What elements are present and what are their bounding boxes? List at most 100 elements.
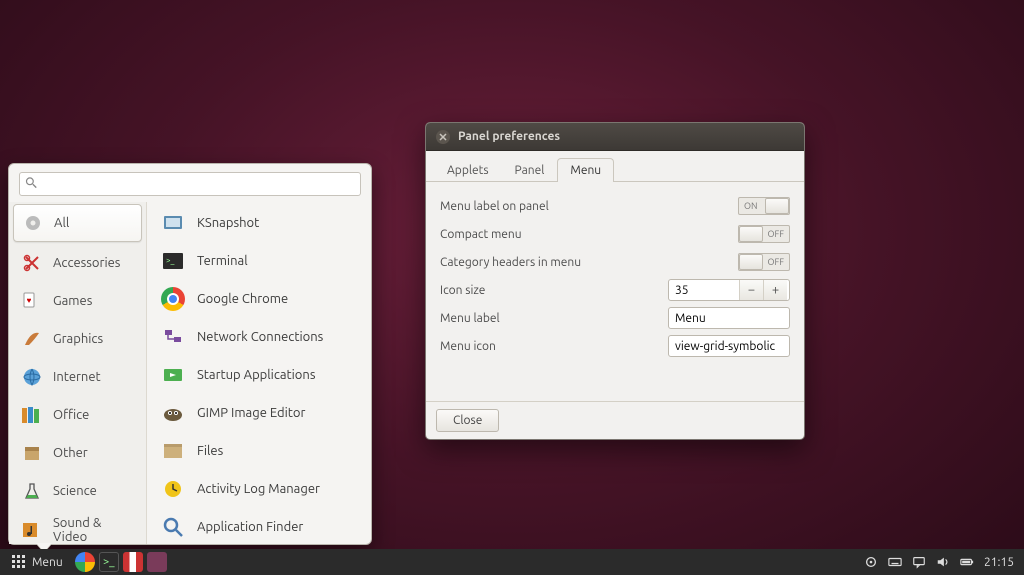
icon-size-value[interactable] [669, 284, 739, 297]
cards-icon: ♥ [19, 288, 45, 314]
chrome-icon [159, 285, 187, 313]
category-graphics[interactable]: Graphics [9, 320, 146, 358]
category-label: Science [53, 484, 97, 498]
label-icon-size: Icon size [440, 284, 668, 297]
app-network-connections[interactable]: Network Connections [147, 318, 371, 356]
system-tray: 21:15 [864, 555, 1018, 569]
toggle-menu-label-on-panel[interactable] [738, 197, 790, 215]
panel-preferences-window: Panel preferences AppletsPanelMenu Menu … [425, 122, 805, 440]
label-category-headers: Category headers in menu [440, 256, 738, 269]
app-application-finder[interactable]: Application Finder [147, 508, 371, 544]
app-gimp-image-editor[interactable]: GIMP Image Editor [147, 394, 371, 432]
activity-icon [159, 475, 187, 503]
category-label: All [54, 216, 69, 230]
app-terminal[interactable]: >_ Terminal [147, 242, 371, 280]
indicator-icon[interactable] [864, 555, 878, 569]
app-label: Google Chrome [197, 292, 288, 306]
tab-bar: AppletsPanelMenu [426, 151, 804, 182]
chrome-task-icon[interactable] [75, 552, 95, 572]
startup-icon [159, 361, 187, 389]
app-label: GIMP Image Editor [197, 406, 305, 420]
search-input[interactable] [19, 172, 361, 196]
app-ksnapshot[interactable]: KSnapshot [147, 204, 371, 242]
tab-content-menu: Menu label on panel Compact menu Categor… [426, 182, 804, 401]
box-icon [19, 440, 45, 466]
app-label: Files [197, 444, 223, 458]
globe-icon [19, 364, 45, 390]
toggle-category-headers[interactable] [738, 253, 790, 271]
category-accessories[interactable]: Accessories [9, 244, 146, 282]
category-internet[interactable]: Internet [9, 358, 146, 396]
label-compact-menu: Compact menu [440, 228, 738, 241]
volume-icon[interactable] [936, 555, 950, 569]
gimp-icon [159, 399, 187, 427]
category-other[interactable]: Other [9, 434, 146, 472]
category-office[interactable]: Office [9, 396, 146, 434]
keyboard-icon[interactable] [888, 555, 902, 569]
menu-label-input[interactable] [668, 307, 790, 329]
close-button[interactable]: Close [436, 409, 499, 432]
label-menu-icon: Menu icon [440, 340, 668, 353]
screenshot-icon [159, 209, 187, 237]
flask-icon [19, 478, 45, 504]
workspace-switcher-icon[interactable] [123, 552, 143, 572]
app-activity-log-manager[interactable]: Activity Log Manager [147, 470, 371, 508]
music-icon [19, 517, 45, 543]
category-science[interactable]: Science [9, 472, 146, 510]
app-files[interactable]: Files [147, 432, 371, 470]
clock[interactable]: 21:15 [984, 556, 1014, 569]
grid-icon [12, 555, 26, 569]
bottom-panel: Menu >_ 21:15 [0, 549, 1024, 575]
app-label: Activity Log Manager [197, 482, 320, 496]
tab-applets[interactable]: Applets [434, 158, 502, 182]
network-icon [159, 323, 187, 351]
gear-icon [20, 210, 46, 236]
svg-text:♥: ♥ [27, 296, 32, 305]
icon-size-increment[interactable]: + [763, 280, 787, 300]
window-title: Panel preferences [458, 130, 560, 143]
category-label: Office [53, 408, 89, 422]
icon-size-decrement[interactable]: − [739, 280, 763, 300]
window-titlebar[interactable]: Panel preferences [426, 123, 804, 151]
category-all[interactable]: All [13, 204, 142, 242]
task-icons: >_ [75, 552, 167, 572]
toggle-compact-menu[interactable] [738, 225, 790, 243]
category-label: Sound & Video [53, 516, 136, 544]
window-list-icon[interactable] [147, 552, 167, 572]
search-row [9, 164, 371, 202]
app-label: Network Connections [197, 330, 323, 344]
category-label: Internet [53, 370, 101, 384]
terminal-task-icon[interactable]: >_ [99, 552, 119, 572]
category-list: All Accessories ♥ Games Graphics Internet Offi… [9, 202, 147, 544]
category-label: Other [53, 446, 88, 460]
scissors-icon [19, 250, 45, 276]
menu-icon-input[interactable] [668, 335, 790, 357]
category-sound-video[interactable]: Sound & Video [9, 510, 146, 544]
app-label: Terminal [197, 254, 248, 268]
panel-menu-label: Menu [32, 556, 63, 569]
window-close-button[interactable] [436, 130, 450, 144]
app-google-chrome[interactable]: Google Chrome [147, 280, 371, 318]
tab-panel[interactable]: Panel [502, 158, 558, 182]
label-menu-on-panel: Menu label on panel [440, 200, 738, 213]
app-label: Application Finder [197, 520, 303, 534]
category-games[interactable]: ♥ Games [9, 282, 146, 320]
panel-menu-button[interactable]: Menu [6, 552, 69, 572]
category-label: Accessories [53, 256, 120, 270]
battery-icon[interactable] [960, 555, 974, 569]
search-icon [159, 513, 187, 541]
chat-icon[interactable] [912, 555, 926, 569]
terminal-icon: >_ [159, 247, 187, 275]
tab-menu[interactable]: Menu [557, 158, 614, 182]
app-startup-applications[interactable]: Startup Applications [147, 356, 371, 394]
category-label: Games [53, 294, 92, 308]
category-label: Graphics [53, 332, 103, 346]
brush-icon [19, 326, 45, 352]
books-icon [19, 402, 45, 428]
files-icon [159, 437, 187, 465]
search-icon [25, 176, 37, 188]
application-menu: All Accessories ♥ Games Graphics Internet Offi… [8, 163, 372, 545]
app-label: KSnapshot [197, 216, 259, 230]
app-label: Startup Applications [197, 368, 315, 382]
svg-text:>_: >_ [166, 256, 175, 265]
